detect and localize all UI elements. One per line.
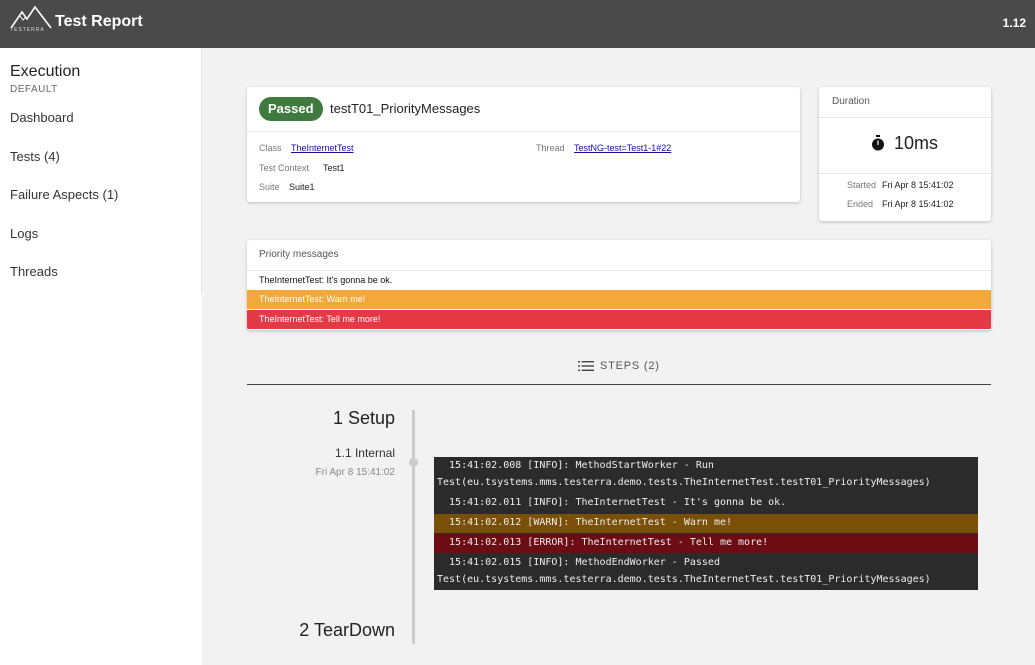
timeline-dot	[409, 458, 418, 467]
sidebar: Execution DEFAULT Dashboard Tests (4) Fa…	[0, 48, 202, 292]
thread-link[interactable]: TestNG-test=Test1-1#22	[574, 143, 671, 153]
suite-value: Suite1	[289, 182, 315, 192]
tab-steps-label: STEPS (2)	[600, 360, 660, 372]
priority-messages-card: Priority messages TheInternetTest: It's …	[247, 240, 991, 330]
sidebar-subtitle: DEFAULT	[10, 84, 58, 95]
log-line: 15:41:02.011 [INFO]: TheInternetTest - I…	[437, 497, 787, 508]
priority-message-warn: TheInternetTest: Warn me!	[247, 290, 991, 309]
divider	[247, 131, 800, 132]
substep-title: 1.1 Internal	[334, 446, 395, 460]
divider	[819, 173, 991, 174]
message-source: TheInternetTest	[259, 314, 322, 324]
tab-steps[interactable]: STEPS (2)	[578, 360, 660, 372]
app-title: Test Report	[55, 13, 143, 30]
message-text: : Warn me!	[321, 294, 366, 304]
log-line: Test(eu.tsystems.mms.testerra.demo.tests…	[437, 477, 931, 488]
status-badge: Passed	[259, 97, 323, 121]
substep-time: Fri Apr 8 15:41:02	[315, 467, 396, 478]
message-source: TheInternetTest	[259, 294, 322, 304]
sidebar-item-failure-aspects[interactable]: Failure Aspects (1)	[10, 187, 118, 202]
test-context-value: Test1	[323, 163, 345, 173]
log-line-warn: 15:41:02.012 [WARN]: TheInternetTest - W…	[434, 514, 978, 533]
ended-time: Fri Apr 8 15:41:02	[882, 199, 954, 209]
priority-message-error: TheInternetTest: Tell me more!	[247, 310, 991, 329]
log-line: 15:41:02.015 [INFO]: MethodEndWorker - P…	[437, 557, 720, 568]
thread-label: Thread	[536, 143, 565, 153]
duration-title: Duration	[832, 96, 870, 107]
step-title-teardown: 2 TearDown	[299, 620, 395, 640]
message-text: : It's gonna be ok.	[321, 275, 393, 285]
step-title-setup: 1 Setup	[332, 408, 395, 428]
tab-underline	[247, 384, 991, 385]
sidebar-item-threads[interactable]: Threads	[10, 264, 58, 279]
started-label: Started	[847, 180, 877, 190]
log-console: 15:41:02.008 [INFO]: MethodStartWorker -…	[434, 457, 978, 590]
duration-value: 10ms	[894, 133, 939, 153]
ended-label: Ended	[847, 199, 874, 209]
log-line-error: 15:41:02.013 [ERROR]: TheInternetTest - …	[434, 534, 978, 553]
duration-card: Duration 10ms Started Fri Apr 8 15:41:02…	[819, 87, 991, 221]
app-bar: TESTERRA Test Report 1.12	[0, 0, 1035, 48]
timeline-line	[412, 410, 415, 644]
log-line: 15:41:02.008 [INFO]: MethodStartWorker -…	[437, 460, 714, 471]
class-label: Class	[259, 143, 282, 153]
test-context-label: Test Context	[259, 163, 310, 173]
logo-text: TESTERRA	[10, 27, 45, 33]
priority-messages-title: Priority messages	[259, 249, 339, 260]
started-time: Fri Apr 8 15:41:02	[882, 180, 954, 190]
log-line: Test(eu.tsystems.mms.testerra.demo.tests…	[437, 574, 931, 585]
message-text: : Tell me more!	[321, 314, 381, 324]
app-version: 1.12	[1002, 16, 1026, 30]
sidebar-background	[0, 292, 202, 665]
list-icon	[578, 361, 594, 372]
sidebar-item-logs[interactable]: Logs	[10, 226, 38, 241]
test-details-card: Passed testT01_PriorityMessages Class Th…	[247, 87, 800, 202]
test-name: testT01_PriorityMessages	[330, 101, 481, 116]
divider	[819, 117, 991, 118]
message-source: TheInternetTest	[259, 275, 322, 285]
sidebar-item-tests[interactable]: Tests (4)	[10, 149, 60, 164]
suite-label: Suite	[259, 182, 280, 192]
stopwatch-icon	[872, 135, 884, 151]
sidebar-title: Execution	[10, 63, 81, 80]
sidebar-item-dashboard[interactable]: Dashboard	[10, 110, 74, 125]
class-link[interactable]: TheInternetTest	[291, 143, 354, 153]
priority-message-info: TheInternetTest: It's gonna be ok.	[247, 271, 991, 290]
